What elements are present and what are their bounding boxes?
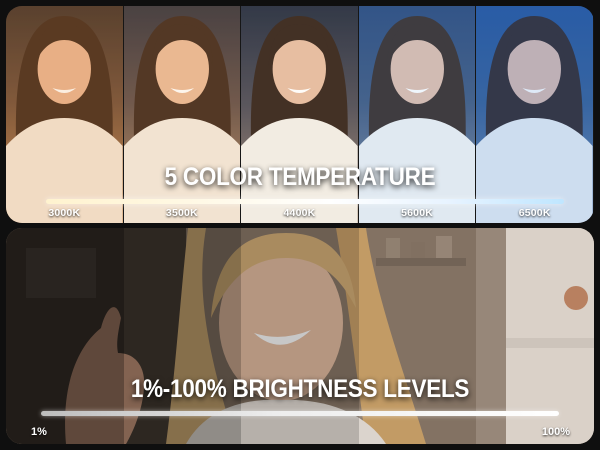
- temperature-label: 3500K: [165, 207, 198, 219]
- brightness-gradient-bar: [41, 411, 559, 416]
- color-temperature-gradient-bar: [46, 199, 564, 204]
- temperature-label: 3000K: [48, 207, 81, 219]
- brightness-max-label: 100%: [541, 426, 570, 438]
- temperature-label: 5600K: [401, 207, 434, 219]
- color-temperature-panel: 3000K 3500K 4400K 5600K 6500K 5 COLOR TE…: [6, 6, 594, 223]
- brightness-title: 1%-100% BRIGHTNESS LEVELS: [130, 375, 470, 403]
- color-temperature-title: 5 COLOR TEMPERATURE: [164, 163, 436, 191]
- brightness-panel: 1%-100% BRIGHTNESS LEVELS 1% 100%: [6, 228, 594, 444]
- temperature-label: 6500K: [518, 207, 551, 219]
- temperature-label: 4400K: [283, 207, 316, 219]
- brightness-min-label: 1%: [31, 426, 47, 438]
